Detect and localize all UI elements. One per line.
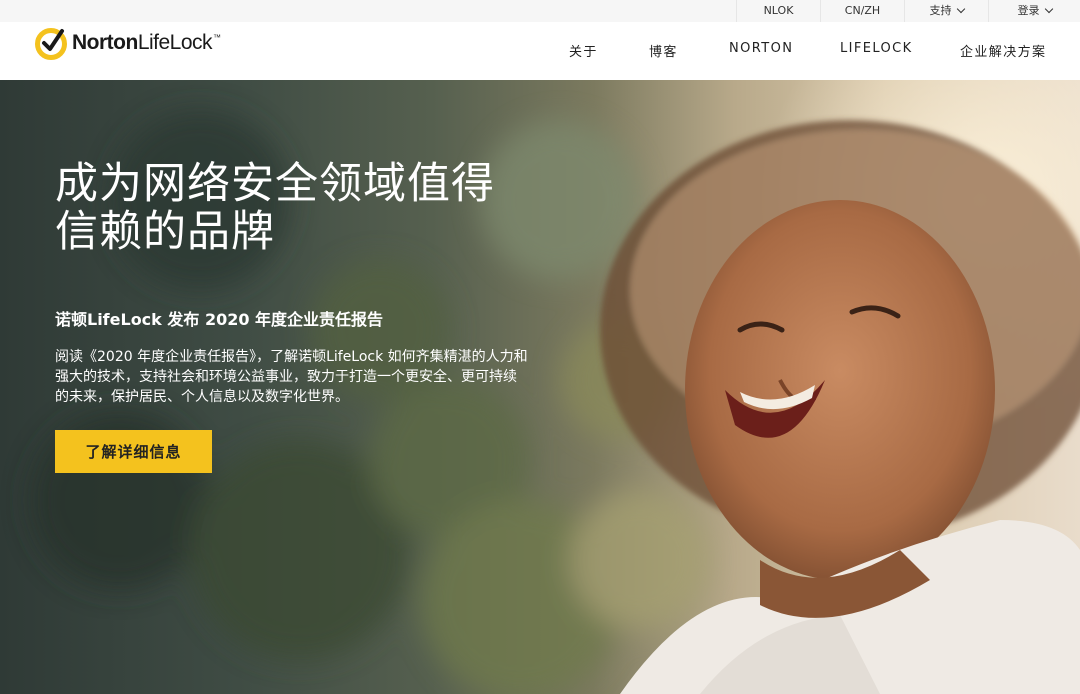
hero-title: 成为网络安全领域值得 信赖的品牌 — [55, 159, 495, 257]
support-dropdown[interactable]: 支持 — [904, 0, 988, 22]
nortonlifelock-logo[interactable]: NortonLifeLock™ — [34, 24, 221, 62]
hero-subtitle: 诺顿LifeLock 发布 2020 年度企业责任报告 — [55, 310, 384, 329]
language-selector-label: CN/ZH — [844, 4, 881, 17]
login-dropdown-label: 登录 — [1017, 4, 1040, 17]
main-header: NortonLifeLock™ 关于 博客 NORTON LIFELOCK 企业… — [0, 22, 1080, 80]
login-dropdown[interactable]: 登录 — [988, 0, 1080, 22]
learn-more-button[interactable]: 了解详细信息 — [55, 430, 212, 473]
chevron-down-icon — [956, 4, 965, 14]
language-selector[interactable]: CN/ZH — [820, 0, 904, 22]
nav-item-about[interactable]: 关于 — [569, 41, 598, 60]
utility-link-label: NLOK — [763, 4, 794, 17]
norton-checkmark-logo-icon — [34, 26, 68, 60]
logo-wordmark: NortonLifeLock™ — [72, 31, 221, 54]
nav-item-enterprise-solutions[interactable]: 企业解决方案 — [960, 41, 1046, 60]
nav-item-norton[interactable]: NORTON — [729, 41, 793, 56]
hero-banner: 成为网络安全领域值得 信赖的品牌 诺顿LifeLock 发布 2020 年度企业… — [0, 80, 1080, 694]
utility-bar: NLOK CN/ZH 支持 登录 — [0, 0, 1080, 22]
nav-item-lifelock[interactable]: LIFELOCK — [840, 41, 913, 56]
nav-item-blog[interactable]: 博客 — [649, 41, 678, 60]
hero-description: 阅读《2020 年度企业责任报告》，了解诺顿LifeLock 如何齐集精湛的人力… — [55, 349, 528, 405]
support-dropdown-label: 支持 — [929, 4, 952, 17]
chevron-down-icon — [1044, 4, 1053, 14]
utility-link-nlok[interactable]: NLOK — [736, 0, 820, 22]
